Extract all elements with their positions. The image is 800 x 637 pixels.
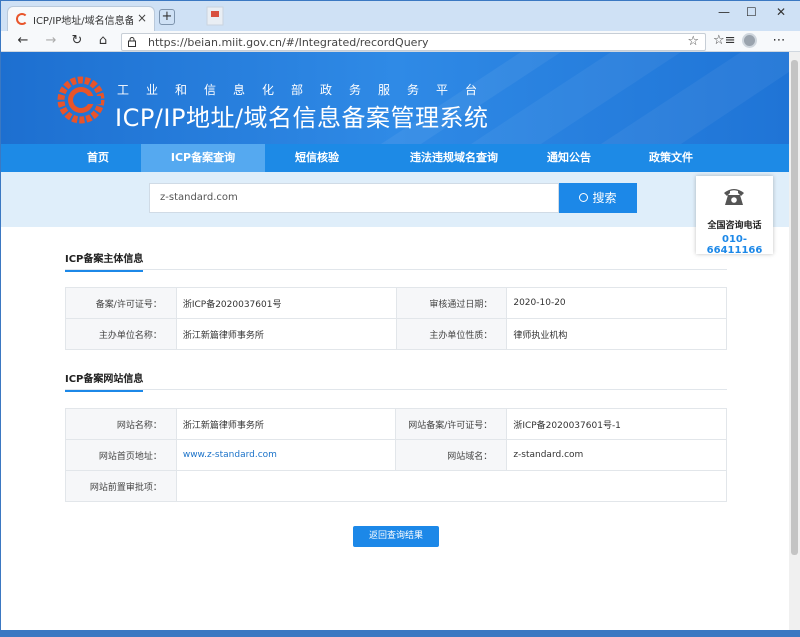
approval-date-label: 审核通过日期： — [395, 287, 508, 319]
sponsor-name-value: 浙江新篇律师事务所 — [175, 318, 397, 350]
tab-title: ICP/IP地址/域名信息备案管理系 — [33, 16, 133, 27]
sponsor-type-value: 律师执业机构 — [506, 318, 727, 350]
sponsor-type-label: 主办单位性质： — [395, 318, 508, 350]
tab-close-icon[interactable]: × — [137, 11, 147, 25]
approval-date-value: 2020-10-20 — [506, 287, 727, 319]
table-row: 主办单位名称： 浙江新篇律师事务所 主办单位性质： 律师执业机构 — [65, 318, 727, 350]
record-number-value: 浙ICP备2020037601号 — [175, 287, 397, 319]
homepage-url-label: 网站首页地址： — [65, 439, 177, 471]
nav-item-illegal-domain-query[interactable]: 违法违规域名查询 — [369, 144, 539, 172]
profile-avatar[interactable] — [742, 33, 757, 48]
back-icon[interactable]: ← — [15, 33, 31, 48]
nav-item-notices[interactable]: 通知公告 — [539, 144, 599, 172]
search-input[interactable]: z-standard.com — [149, 183, 559, 213]
sponsor-name-label: 主办单位名称： — [65, 318, 177, 350]
subject-info-table: 备案/许可证号： 浙ICP备2020037601号 审核通过日期： 2020-1… — [65, 287, 727, 350]
window-bottom-border — [1, 630, 800, 637]
close-window-button[interactable]: ✕ — [776, 5, 786, 19]
search-button-label: 搜索 — [592, 191, 617, 205]
url-text: https://beian.miit.gov.cn/#/Integrated/r… — [148, 36, 429, 49]
vertical-scrollbar[interactable] — [789, 52, 800, 637]
miit-logo-icon — [57, 76, 105, 124]
page-title: ICP/IP地址/域名信息备案管理系统 — [115, 104, 489, 132]
search-area: z-standard.com 搜索 — [1, 172, 789, 227]
nav-item-sms-verify[interactable]: 短信核验 — [265, 144, 369, 172]
pre-approval-label: 网站前置审批项： — [65, 470, 177, 502]
address-toolbar: ← → ↻ ⌂ https://beian.miit.gov.cn/#/Inte… — [1, 31, 800, 52]
tab-strip-decoration-icon — [206, 6, 224, 26]
reload-icon[interactable]: ↻ — [69, 33, 85, 48]
table-row: 备案/许可证号： 浙ICP备2020037601号 审核通过日期： 2020-1… — [65, 287, 727, 319]
scrollbar-thumb[interactable] — [791, 60, 798, 555]
section-divider — [65, 389, 727, 390]
address-bar[interactable]: https://beian.miit.gov.cn/#/Integrated/r… — [121, 33, 706, 51]
site-favicon-icon — [16, 13, 28, 25]
menu-icon[interactable]: ⋯ — [771, 33, 787, 48]
section-divider — [65, 269, 727, 270]
minimize-button[interactable]: — — [718, 5, 730, 19]
tab-bar: ICP/IP地址/域名信息备案管理系 × + — ☐ ✕ — [1, 1, 800, 31]
browser-tab[interactable]: ICP/IP地址/域名信息备案管理系 × — [7, 6, 155, 31]
page-content: 工业和信息化部政务服务平台 ICP/IP地址/域名信息备案管理系统 首页 ICP… — [1, 52, 789, 637]
record-number-label: 备案/许可证号： — [65, 287, 177, 319]
table-row: 网站前置审批项： — [65, 470, 728, 502]
website-record-number-value: 浙ICP备2020037601号-1 — [506, 408, 727, 440]
website-info-table: 网站名称： 浙江新篇律师事务所 网站备案/许可证号： 浙ICP备20200376… — [65, 408, 728, 502]
website-name-value: 浙江新篇律师事务所 — [175, 408, 397, 440]
nav-item-icp-query[interactable]: ICP备案查询 — [141, 144, 265, 172]
table-row: 网站首页地址： www.z-standard.com 网站域名： z-stand… — [65, 439, 727, 471]
website-name-label: 网站名称： — [65, 408, 177, 440]
hotline-card: 全国咨询电话 010-66411166 — [696, 176, 773, 256]
phone-icon — [724, 189, 744, 205]
new-tab-button[interactable]: + — [159, 9, 175, 25]
website-domain-value: z-standard.com — [506, 439, 727, 471]
nav-item-policies[interactable]: 政策文件 — [629, 144, 713, 172]
favorite-icon[interactable]: ☆ — [687, 34, 699, 49]
table-row: 网站名称： 浙江新篇律师事务所 网站备案/许可证号： 浙ICP备20200376… — [65, 408, 727, 440]
website-record-number-label: 网站备案/许可证号： — [395, 408, 508, 440]
search-button[interactable]: 搜索 — [559, 183, 637, 213]
pre-approval-value — [175, 470, 728, 502]
main-navigation: 首页 ICP备案查询 短信核验 违法违规域名查询 通知公告 政策文件 — [1, 144, 789, 172]
nav-item-home[interactable]: 首页 — [55, 144, 141, 172]
header-banner: 工业和信息化部政务服务平台 ICP/IP地址/域名信息备案管理系统 — [1, 52, 789, 144]
hotline-number: 010-66411166 — [706, 234, 763, 256]
hotline-label: 全国咨询电话 — [707, 221, 762, 231]
homepage-url-link[interactable]: www.z-standard.com — [175, 439, 397, 471]
forward-icon[interactable]: → — [43, 33, 59, 48]
back-to-results-button[interactable]: 返回查询结果 — [353, 526, 439, 547]
browser-window: ICP/IP地址/域名信息备案管理系 × + — ☐ ✕ ← → ↻ ⌂ htt… — [0, 0, 800, 637]
maximize-button[interactable]: ☐ — [746, 5, 757, 19]
website-domain-label: 网站域名： — [395, 439, 508, 471]
home-icon[interactable]: ⌂ — [95, 33, 111, 48]
lock-icon — [128, 37, 136, 47]
collections-icon[interactable]: ☆≡ — [713, 33, 736, 48]
banner-subtitle: 工业和信息化部政务服务平台 — [117, 83, 495, 97]
search-icon — [579, 193, 589, 202]
